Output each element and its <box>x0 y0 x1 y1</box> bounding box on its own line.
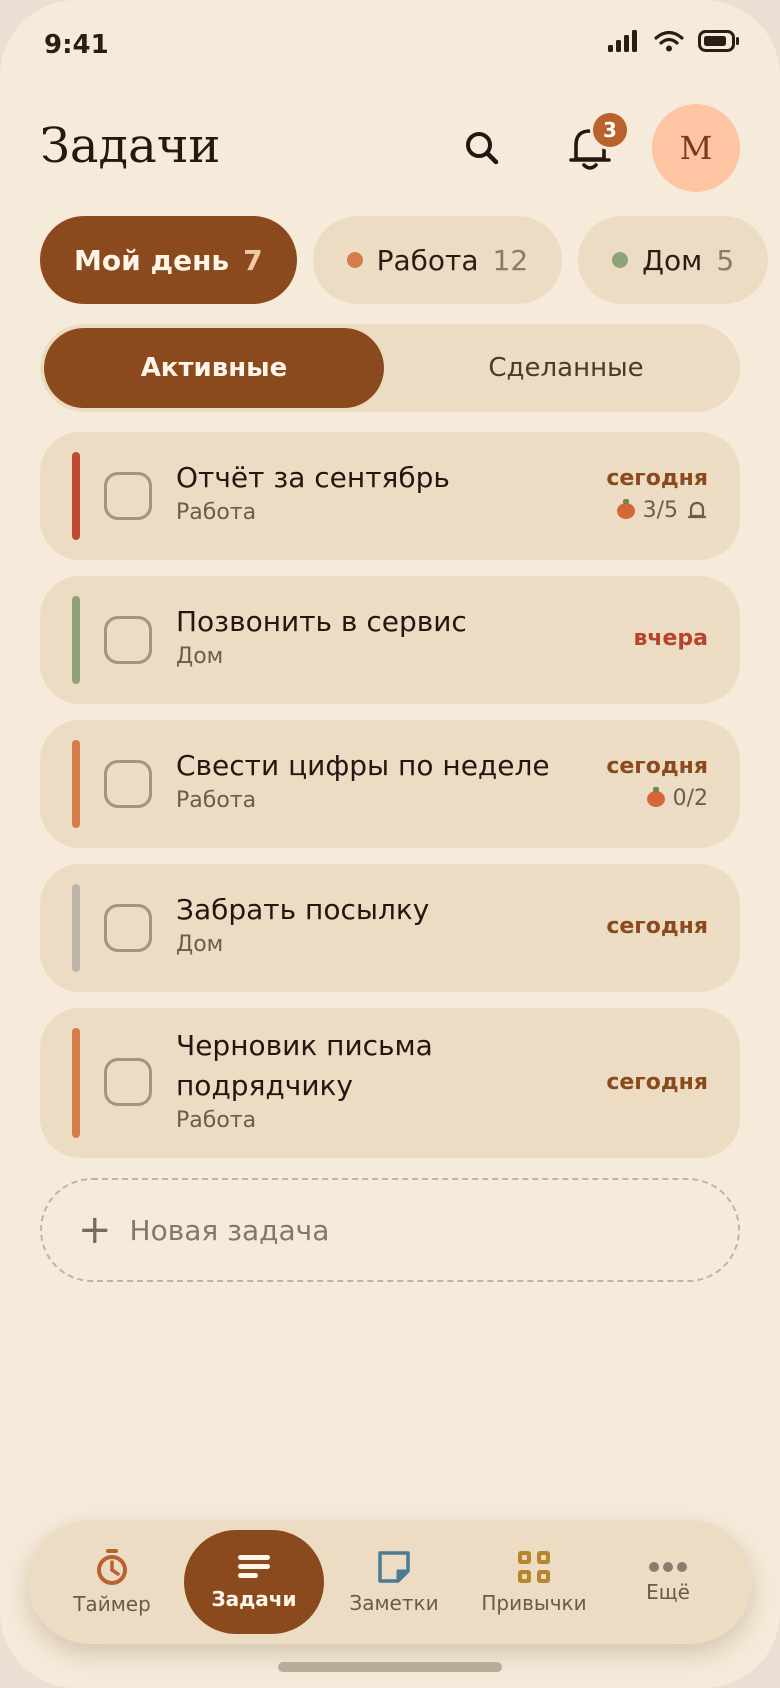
task-card[interactable]: Черновик письма подрядчику Работа сегодн… <box>40 1008 740 1158</box>
nav-label: Таймер <box>73 1592 151 1616</box>
task-title-line-1: Черновик письма <box>176 1029 433 1062</box>
chip-count: 5 <box>716 243 735 277</box>
nav-tasks[interactable]: Задачи <box>184 1530 324 1634</box>
task-list-label: Дом <box>176 932 224 957</box>
chip-label: Дом <box>642 243 703 277</box>
task-checkbox[interactable] <box>104 760 152 808</box>
chip-home[interactable]: Дом 5 <box>578 216 769 304</box>
task-card[interactable]: Отчёт за сентябрь Работа сегодня 3/5 <box>40 432 740 560</box>
chip-label: Мой день <box>74 243 230 277</box>
home-dot-icon <box>612 252 629 268</box>
task-due: сегодня <box>606 914 708 939</box>
chip-count: 12 <box>492 243 529 277</box>
nav-habits[interactable]: Привычки <box>464 1520 604 1644</box>
chip-count: 7 <box>243 243 263 277</box>
priority-bar <box>72 596 80 684</box>
task-title-line-2: подрядчику <box>176 1069 353 1102</box>
task-checkbox[interactable] <box>104 616 152 664</box>
bottom-nav: Таймер Задачи Заметки Привычки Ещё <box>28 1520 752 1644</box>
more-icon <box>649 1562 687 1572</box>
priority-bar <box>72 1028 80 1138</box>
nav-label: Заметки <box>349 1591 439 1615</box>
task-meta: 0/2 <box>646 786 708 811</box>
task-title: Свести цифры по неделе <box>176 749 550 782</box>
task-due: вчера <box>633 626 708 651</box>
nav-label: Привычки <box>481 1591 587 1615</box>
notification-count-badge: 3 <box>590 110 630 150</box>
app-screen: 9:41 Задачи 3 М Мой день 7 Работа 12 Дом… <box>0 0 780 1688</box>
priority-bar <box>72 740 80 828</box>
task-meta: 3/5 <box>616 498 708 523</box>
list-chips: Мой день 7 Работа 12 Дом 5 <box>40 216 780 304</box>
pomodoro-count: 0/2 <box>672 786 708 811</box>
task-checkbox[interactable] <box>104 904 152 952</box>
chip-work[interactable]: Работа 12 <box>312 216 563 304</box>
task-title: Позвонить в сервис <box>176 605 467 638</box>
tab-active[interactable]: Активные <box>44 328 384 408</box>
reminder-bell-icon <box>687 501 707 518</box>
task-list-label: Дом <box>176 644 224 669</box>
task-checkbox[interactable] <box>104 472 152 520</box>
task-due: сегодня <box>606 466 708 491</box>
task-card[interactable]: Позвонить в сервис Дом вчера <box>40 576 740 704</box>
status-time: 9:41 <box>44 30 109 60</box>
battery-icon <box>698 30 739 52</box>
chip-label: Работа <box>376 243 479 277</box>
nav-notes[interactable]: Заметки <box>324 1520 464 1644</box>
priority-bar <box>72 452 80 540</box>
home-indicator <box>278 1662 502 1672</box>
search-icon <box>466 132 499 165</box>
timer-icon <box>97 1549 127 1585</box>
pomodoro-count: 3/5 <box>642 498 678 523</box>
task-card[interactable]: Забрать посылку Дом сегодня <box>40 864 740 992</box>
tasks-icon <box>238 1555 270 1578</box>
task-list-label: Работа <box>176 1108 257 1133</box>
notes-icon <box>378 1551 410 1583</box>
nav-label: Задачи <box>211 1587 297 1611</box>
task-checkbox[interactable] <box>104 1058 152 1106</box>
task-due: сегодня <box>606 754 708 779</box>
tab-done[interactable]: Сделанные <box>396 328 736 408</box>
avatar[interactable]: М <box>652 104 740 192</box>
nav-timer[interactable]: Таймер <box>42 1520 182 1644</box>
page-title: Задачи <box>40 118 221 174</box>
priority-bar <box>72 884 80 972</box>
habits-icon <box>518 1551 550 1583</box>
nav-label: Ещё <box>646 1580 690 1604</box>
tomato-icon <box>616 498 635 519</box>
status-tabs: Активные Сделанные <box>40 324 740 412</box>
nav-more[interactable]: Ещё <box>598 1520 738 1644</box>
tomato-icon <box>646 786 665 807</box>
task-title: Отчёт за сентябрь <box>176 461 450 494</box>
task-due: сегодня <box>606 1070 708 1095</box>
task-list-label: Работа <box>176 500 257 525</box>
status-icons <box>608 30 740 52</box>
task-title: Забрать посылку <box>176 893 430 926</box>
task-list-label: Работа <box>176 788 257 813</box>
work-dot-icon <box>346 252 363 268</box>
new-task-placeholder: Новая задача <box>129 1213 330 1247</box>
search-button[interactable] <box>452 118 512 178</box>
task-card[interactable]: Свести цифры по неделе Работа сегодня 0/… <box>40 720 740 848</box>
chip-my-day[interactable]: Мой день 7 <box>40 216 297 304</box>
new-task-button[interactable]: + Новая задача <box>40 1178 740 1282</box>
wifi-icon <box>654 30 684 52</box>
signal-icon <box>608 30 637 52</box>
plus-icon: + <box>78 1207 112 1253</box>
